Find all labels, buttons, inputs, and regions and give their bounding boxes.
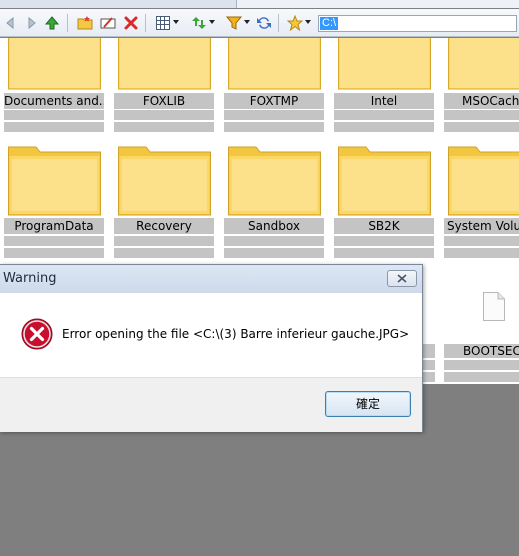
folder-label: Intel bbox=[334, 93, 434, 109]
folder-item[interactable]: Documents and... bbox=[4, 38, 104, 133]
folder-label: ProgramData bbox=[4, 218, 104, 234]
folder-icon bbox=[8, 144, 101, 216]
file-item[interactable]: BOOTSEC bbox=[444, 288, 519, 384]
folder-icon bbox=[228, 144, 321, 216]
folder-icon bbox=[228, 38, 321, 90]
detail-bar bbox=[444, 122, 519, 132]
folder-label: FOXTMP bbox=[224, 93, 324, 109]
folder-item[interactable]: System Volu bbox=[444, 144, 519, 264]
detail-bar bbox=[423, 372, 435, 382]
sort-icon[interactable] bbox=[189, 13, 215, 32]
detail-bar bbox=[224, 122, 324, 132]
folder-icon bbox=[448, 144, 519, 216]
folder-item[interactable]: FOXLIB bbox=[114, 38, 214, 133]
error-icon bbox=[21, 318, 53, 350]
detail-bar bbox=[224, 110, 324, 120]
detail-bar bbox=[444, 236, 519, 246]
detail-bar bbox=[334, 236, 434, 246]
detail-bar bbox=[114, 236, 214, 246]
up-icon[interactable] bbox=[42, 13, 61, 32]
dialog-title: Warning bbox=[3, 271, 57, 286]
rename-icon[interactable] bbox=[98, 13, 117, 32]
dialog-body: Error opening the file <C:\(3) Barre inf… bbox=[0, 293, 422, 377]
toolbar-separator bbox=[145, 14, 146, 32]
toolbar-separator bbox=[67, 14, 68, 32]
folder-item[interactable]: MSOCach bbox=[444, 38, 519, 133]
detail-bar bbox=[4, 248, 104, 258]
detail-bar bbox=[114, 122, 214, 132]
folder-item[interactable]: Sandbox bbox=[224, 144, 324, 264]
detail-bar bbox=[334, 248, 434, 258]
folder-label: SB2K bbox=[334, 218, 434, 234]
refresh-icon[interactable] bbox=[254, 13, 273, 32]
toolbar: C:\ bbox=[0, 9, 519, 37]
folder-item[interactable]: FOXTMP bbox=[224, 38, 324, 133]
window-title-strip bbox=[0, 0, 519, 8]
detail-bar bbox=[114, 248, 214, 258]
error-message: Error opening the file <C:\(3) Barre inf… bbox=[62, 327, 410, 341]
folder-item[interactable]: ProgramData bbox=[4, 144, 104, 264]
folder-icon bbox=[118, 144, 211, 216]
backdrop bbox=[0, 432, 519, 556]
file-label: BOOTSEC bbox=[444, 344, 519, 358]
folder-icon bbox=[448, 38, 519, 90]
folder-label: MSOCach bbox=[444, 93, 519, 109]
folder-icon bbox=[8, 38, 101, 90]
folder-label: System Volu bbox=[444, 218, 519, 234]
folder-item[interactable]: Recovery bbox=[114, 144, 214, 264]
backdrop bbox=[423, 384, 519, 432]
address-input[interactable]: C:\ bbox=[318, 15, 517, 32]
detail-bar bbox=[423, 360, 435, 370]
favorites-icon[interactable] bbox=[285, 13, 311, 32]
warning-dialog: Warning Error opening the file <C:\(3) B… bbox=[0, 264, 423, 432]
filter-icon[interactable] bbox=[224, 13, 250, 32]
address-value: C:\ bbox=[320, 17, 339, 30]
detail-bar bbox=[444, 372, 519, 382]
detail-bar bbox=[334, 122, 434, 132]
close-icon bbox=[397, 274, 407, 283]
detail-bar bbox=[224, 236, 324, 246]
folder-item[interactable]: Intel bbox=[334, 38, 434, 133]
detail-bar bbox=[114, 110, 214, 120]
detail-bar bbox=[334, 110, 434, 120]
delete-icon[interactable] bbox=[121, 13, 140, 32]
detail-bar bbox=[4, 110, 104, 120]
forward-icon[interactable] bbox=[21, 13, 40, 32]
detail-bar bbox=[4, 236, 104, 246]
folder-label: FOXLIB bbox=[114, 93, 214, 109]
folder-icon bbox=[338, 38, 431, 90]
toolbar-separator bbox=[278, 14, 279, 32]
new-folder-icon[interactable] bbox=[75, 13, 94, 32]
close-button[interactable] bbox=[387, 270, 417, 287]
folder-icon bbox=[338, 144, 431, 216]
folder-label: Recovery bbox=[114, 218, 214, 234]
detail-bar bbox=[4, 122, 104, 132]
view-icon[interactable] bbox=[153, 13, 179, 32]
detail-bar bbox=[444, 110, 519, 120]
detail-bar bbox=[444, 248, 519, 258]
dialog-footer: 確定 bbox=[0, 377, 422, 432]
folder-label: Documents and... bbox=[4, 93, 104, 109]
folder-icon bbox=[118, 38, 211, 90]
detail-bar bbox=[423, 344, 435, 358]
ok-button[interactable]: 確定 bbox=[325, 391, 411, 417]
dialog-title-bar[interactable]: Warning bbox=[0, 265, 422, 293]
detail-bar bbox=[224, 248, 324, 258]
title-tab bbox=[236, 0, 519, 8]
detail-bar bbox=[444, 360, 519, 370]
back-icon[interactable] bbox=[1, 13, 20, 32]
title-text bbox=[483, 0, 519, 5]
folder-item[interactable]: SB2K bbox=[334, 144, 434, 264]
file-icon bbox=[483, 292, 505, 321]
folder-label: Sandbox bbox=[224, 218, 324, 234]
